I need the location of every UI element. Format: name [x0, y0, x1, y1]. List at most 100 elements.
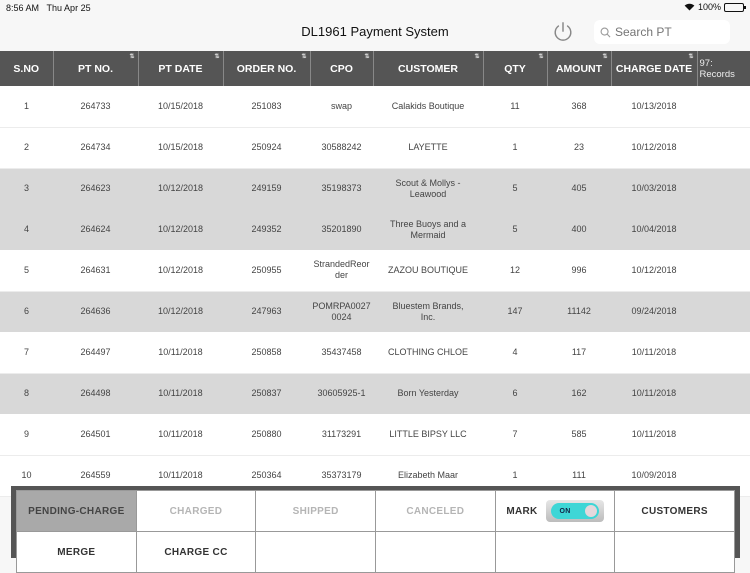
- cell-charge-date: 10/13/2018: [611, 86, 697, 128]
- col-header-customer[interactable]: CUSTOMER ⇅: [373, 51, 484, 86]
- col-header-pt-no[interactable]: PT NO. ⇅: [53, 51, 139, 86]
- table-row[interactable]: 7 264497 10/11/2018 250858 35437458 CLOTHING …: [0, 332, 750, 374]
- table-row[interactable]: 3 264623 10/12/2018 249159 35198373 Scout & M…: [0, 168, 750, 209]
- cell-charge-date: 10/12/2018: [611, 127, 697, 169]
- sort-icon[interactable]: ⇅: [129, 53, 134, 60]
- cell-sno: 1: [0, 86, 53, 128]
- tab-charged[interactable]: CHARGED: [135, 490, 257, 532]
- customers-button[interactable]: CUSTOMERS: [614, 490, 735, 532]
- cell-charge-date: 10/04/2018: [611, 209, 697, 250]
- cell-amount: 585: [547, 414, 611, 456]
- cell-spacer: [697, 332, 750, 374]
- empty-cell: [614, 531, 735, 573]
- cell-cpo: 35437458: [310, 332, 373, 374]
- cell-pt-date: 10/15/2018: [138, 86, 223, 128]
- cell-spacer: [697, 250, 750, 292]
- col-header-cpo[interactable]: CPO ⇅: [310, 51, 374, 86]
- table-row[interactable]: 8 264498 10/11/2018 250837 30605925-1 Born Ye…: [0, 373, 750, 414]
- cell-spacer: [697, 291, 750, 332]
- search-input[interactable]: [615, 25, 725, 39]
- empty-cell: [374, 531, 496, 573]
- tab-canceled[interactable]: CANCELED: [374, 490, 496, 532]
- tab-shipped[interactable]: SHIPPED: [255, 490, 376, 532]
- cell-sno: 3: [0, 168, 53, 209]
- cell-amount: 996: [547, 250, 611, 292]
- tab-pending-charge[interactable]: PENDING-CHARGE: [16, 490, 137, 532]
- search-icon: [600, 27, 611, 37]
- table-row[interactable]: 9 264501 10/11/2018 250880 31173291 LITTLE BI…: [0, 414, 750, 456]
- cell-amount: 368: [547, 86, 611, 128]
- col-header-qty[interactable]: QTY ⇅: [483, 51, 548, 86]
- cell-pt-no: 264623: [53, 168, 138, 209]
- cell-cpo: StrandedReorder: [310, 250, 373, 292]
- cell-sno: 9: [0, 414, 53, 456]
- records-count: 97: Records: [697, 51, 750, 86]
- mark-toggle[interactable]: ON: [550, 503, 599, 519]
- cell-order-no: 250837: [223, 373, 310, 414]
- cell-pt-date: 10/12/2018: [138, 250, 223, 292]
- cell-qty: 6: [483, 373, 547, 414]
- sort-icon[interactable]: ⇅: [602, 53, 607, 60]
- cell-pt-no: 264497: [53, 332, 138, 374]
- cell-sno: 6: [0, 291, 53, 332]
- col-header-order-no[interactable]: ORDER NO. ⇅: [223, 51, 311, 86]
- cell-sno: 7: [0, 332, 53, 374]
- table-row[interactable]: 5 264631 10/12/2018 250955 StrandedReorder ZA…: [0, 250, 750, 292]
- sort-icon[interactable]: ⇅: [364, 53, 369, 60]
- table-header-row: S.NO PT NO. ⇅ PT DATE ⇅ ORDER NO. ⇅ CPO ⇅ CU…: [0, 51, 750, 86]
- sort-icon[interactable]: ⇅: [301, 53, 306, 60]
- cell-amount: 117: [547, 332, 611, 374]
- cell-order-no: 250924: [223, 127, 310, 169]
- cell-sno: 2: [0, 127, 53, 169]
- cell-cpo: 30605925-1: [310, 373, 373, 414]
- cell-pt-date: 10/12/2018: [138, 209, 223, 250]
- sort-icon[interactable]: ⇅: [688, 53, 693, 60]
- cell-order-no: 247963: [223, 291, 310, 332]
- cell-spacer: [697, 168, 750, 209]
- mark-toggle-container: ON: [545, 500, 604, 522]
- cell-pt-no: 264498: [53, 373, 138, 414]
- cell-qty: 11: [483, 86, 547, 128]
- cell-spacer: [697, 86, 750, 128]
- cell-order-no: 249352: [223, 209, 310, 250]
- sort-icon[interactable]: ⇅: [474, 53, 479, 60]
- cell-qty: 147: [483, 291, 547, 332]
- merge-button[interactable]: MERGE: [16, 531, 137, 573]
- status-bar: 8:56 AM Thu Apr 25 100%: [0, 0, 750, 16]
- charge-cc-button[interactable]: CHARGE CC: [135, 531, 257, 573]
- table-row[interactable]: 4 264624 10/12/2018 249352 35201890 Three Buo…: [0, 209, 750, 250]
- cell-pt-date: 10/12/2018: [138, 291, 223, 332]
- cell-pt-no: 264631: [53, 250, 138, 292]
- table-row[interactable]: 6 264636 10/12/2018 247963 POMRPA00270024 Blu…: [0, 291, 750, 332]
- cell-qty: 5: [483, 168, 547, 209]
- cell-pt-no: 264734: [53, 127, 138, 169]
- cell-pt-date: 10/15/2018: [138, 127, 223, 169]
- cell-pt-date: 10/11/2018: [138, 332, 223, 374]
- cell-cpo: 35198373: [310, 168, 373, 209]
- battery-icon: [724, 2, 746, 12]
- col-header-pt-date[interactable]: PT DATE ⇅: [138, 51, 224, 86]
- cell-charge-date: 10/11/2018: [611, 414, 697, 456]
- col-header-sno: S.NO: [0, 51, 54, 86]
- cell-pt-no: 264501: [53, 414, 138, 456]
- cell-amount: 405: [547, 168, 611, 209]
- cell-amount: 23: [547, 127, 611, 169]
- table-row[interactable]: 1 264733 10/15/2018 251083 swap Calakids Bout…: [0, 86, 750, 128]
- cell-amount: 11142: [547, 291, 611, 332]
- power-icon[interactable]: [552, 21, 574, 43]
- cell-amount: 400: [547, 209, 611, 250]
- search-box[interactable]: [594, 20, 730, 44]
- sort-icon[interactable]: ⇅: [214, 53, 219, 60]
- cell-sno: 5: [0, 250, 53, 292]
- cell-qty: 1: [483, 127, 547, 169]
- cell-order-no: 251083: [223, 86, 310, 128]
- sort-icon[interactable]: ⇅: [538, 53, 543, 60]
- table-row[interactable]: 2 264734 10/15/2018 250924 30588242 LAYETTE 1 2…: [0, 127, 750, 169]
- cell-order-no: 250880: [223, 414, 310, 456]
- col-header-charge-date[interactable]: CHARGE DATE ⇅: [611, 51, 698, 86]
- cell-customer: Three Buoys and a Mermaid: [373, 209, 483, 250]
- status-right: 100%: [684, 2, 746, 12]
- col-header-amount[interactable]: AMOUNT ⇅: [547, 51, 612, 86]
- cell-qty: 12: [483, 250, 547, 292]
- battery-percent: 100%: [697, 2, 721, 12]
